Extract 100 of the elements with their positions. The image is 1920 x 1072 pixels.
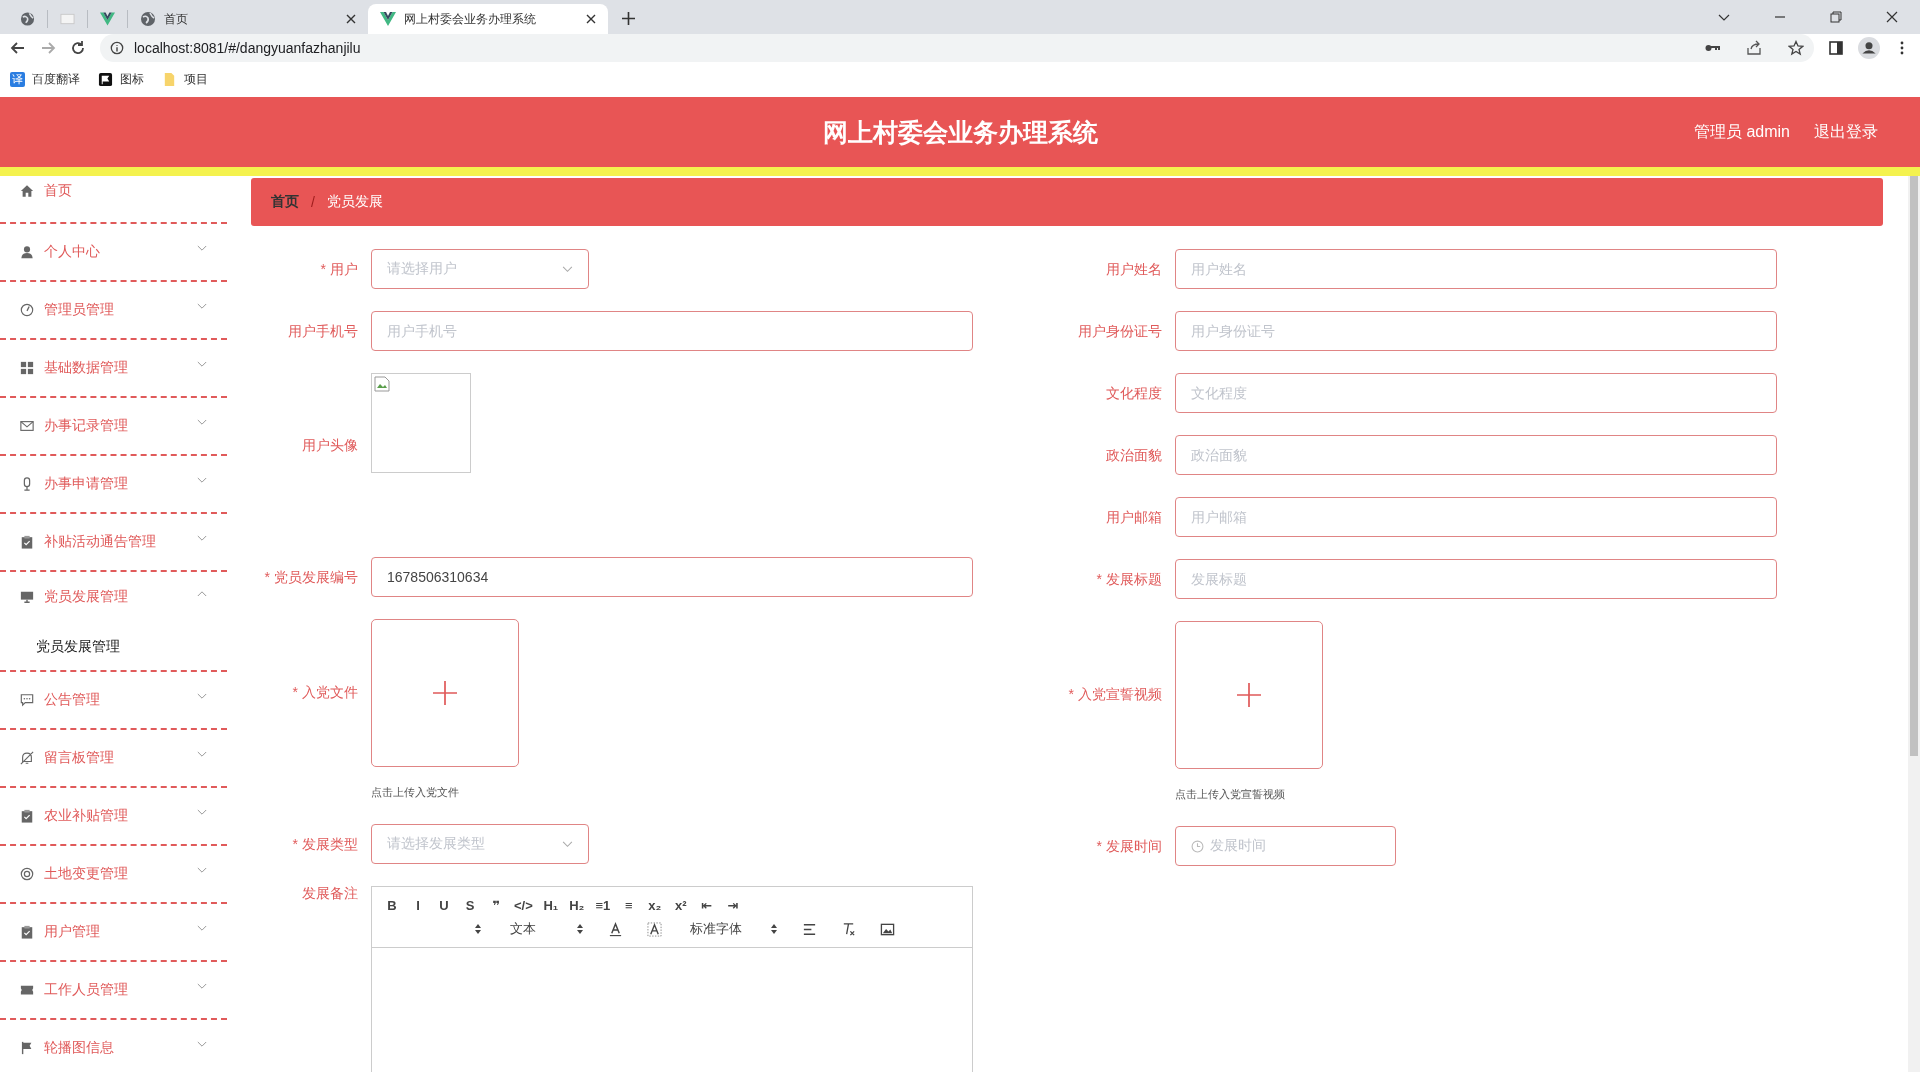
clear-format-icon[interactable] [841,921,856,937]
breadcrumb-link[interactable]: 首页 [271,193,299,211]
input-field[interactable]: 用户姓名 [1175,249,1777,289]
field-label: 用户姓名 [1105,260,1162,279]
field-label: * 入党文件 [291,683,358,702]
toolbar-button[interactable]: ≡ [620,897,637,913]
toolbar-button[interactable]: I [410,897,426,913]
breadcrumb-link[interactable]: 党员发展 [326,193,383,211]
monitor-icon [20,590,34,604]
sidebar-item[interactable]: 首页 [0,176,227,222]
upload-button[interactable] [1175,621,1323,769]
size-picker[interactable]: 文本 [510,920,584,938]
chevron-icon [197,750,207,758]
toolbar-button[interactable]: B [384,897,400,913]
sidebar-item[interactable]: 留言板管理 [0,730,227,786]
address-bar[interactable]: localhost:8081/#/dangyuanfazhanjilu [100,34,1814,62]
toolbar-button[interactable]: ❞ [488,897,504,913]
share-icon[interactable] [1746,40,1762,56]
bookmark[interactable]: 译 百度翻译 [10,71,80,88]
browser-tab[interactable]: 网上村委会业务办理系统 [368,4,608,34]
chevron-icon [197,808,207,816]
url-text: localhost:8081/#/dangyuanfazhanjilu [134,40,361,56]
chevron-icon [197,418,207,426]
chevron-icon [562,265,573,273]
admin-name: 管理员 admin [1693,121,1790,142]
chevron-icon [562,840,573,848]
back-icon[interactable] [10,40,26,56]
toolbar-button[interactable]: H₂ [568,897,585,913]
restore-icon[interactable] [1830,11,1842,23]
bell-icon [20,751,34,765]
translate-icon: 译 [10,72,25,87]
sidebar-item[interactable]: 用户管理 [0,904,227,960]
sidebar-item[interactable]: 办事申请管理 [0,456,227,512]
toolbar-button[interactable]: S [462,897,478,913]
upload-button[interactable] [371,619,519,767]
info-icon [110,41,124,55]
input-field[interactable]: 用户手机号 [371,311,973,351]
globe-icon [140,11,156,27]
new-tab-icon[interactable] [622,12,635,25]
toolbar-button[interactable]: x₂ [646,897,663,913]
sidebar-item[interactable]: 工作人员管理 [0,962,227,1018]
input-field[interactable]: 用户邮箱 [1175,497,1777,537]
close-icon[interactable] [586,14,596,24]
toolbar-button[interactable]: ⇥ [724,897,741,913]
image-icon[interactable] [880,921,895,937]
input-field[interactable]: 政治面貌 [1175,435,1777,475]
font-picker[interactable]: 标准字体 [690,920,778,938]
sidebar-item[interactable]: 管理员管理 [0,282,227,338]
toolbar-button[interactable]: ⇤ [698,897,715,913]
tab-title: 首页 [164,10,189,28]
sidebar-subitem[interactable]: 党员发展管理 [0,622,227,670]
browser-tab[interactable]: 首页 [128,4,368,34]
vue-logo-icon [100,11,115,27]
clipboard-icon [20,925,34,939]
dropdown-arrows-icon [576,923,584,935]
gauge-icon [20,303,34,317]
profile-icon[interactable] [1858,37,1880,59]
toolbar-button[interactable]: x² [672,897,689,913]
sidebar-item[interactable]: 农业补贴管理 [0,788,227,844]
field-label: 政治面貌 [1105,446,1162,465]
toolbar-button[interactable]: </> [514,897,533,913]
close-icon[interactable] [1886,11,1898,23]
sidebar-item[interactable]: 公告管理 [0,672,227,728]
input-field[interactable]: 发展标题 [1175,559,1777,599]
input-field[interactable]: 文化程度 [1175,373,1777,413]
bookmark[interactable]: 图标 [98,71,144,88]
input-field[interactable]: 用户身份证号 [1175,311,1777,351]
ring-icon [20,867,34,881]
sidebar-item[interactable]: 党员发展管理 [0,572,227,622]
grid-icon [20,361,34,375]
text-color-icon[interactable] [608,921,623,937]
input-field[interactable]: 1678506310634 [371,557,973,597]
mail-icon [20,419,34,433]
sidebar-item[interactable]: 办事记录管理 [0,398,227,454]
sidebar-item[interactable]: 土地变更管理 [0,846,227,902]
rich-text-editor[interactable]: B I U S ❞ </> H₁ H₂ ≡1 ≡ x₂ x² ⇤ ⇥ 文本 标准字体 [371,886,973,1072]
clock-icon [1191,839,1204,853]
sidebar-item[interactable]: 基础数据管理 [0,340,227,396]
field-label: * 入党宣誓视频 [1067,685,1162,704]
scrollbar[interactable] [1908,176,1920,1072]
sidebar-item[interactable]: 轮播图信息 [0,1020,227,1072]
star-icon[interactable] [1788,40,1804,56]
logout-link[interactable]: 退出登录 [1814,121,1878,143]
side-panel-icon[interactable] [1828,40,1844,56]
upload-hint: 点击上传入党宣誓视频 [1175,787,1286,802]
toolbar-button[interactable]: U [436,897,452,913]
close-icon[interactable] [346,14,356,24]
toolbar-button[interactable]: H₁ [542,897,559,913]
sidebar-item[interactable]: 个人中心 [0,224,227,280]
chevron-icon [197,924,207,932]
vue-logo-icon [380,11,396,27]
dropdown-arrows-icon[interactable] [474,923,482,935]
align-icon[interactable] [802,921,817,937]
sidebar-item[interactable]: 补贴活动通告管理 [0,514,227,570]
bookmark[interactable]: 项目 [162,71,208,88]
breadcrumb-separator: / [311,194,315,210]
highlight-icon[interactable] [647,921,662,937]
reload-icon[interactable] [70,40,86,56]
chevron-icon [197,1040,207,1048]
toolbar-button[interactable]: ≡1 [594,897,611,913]
